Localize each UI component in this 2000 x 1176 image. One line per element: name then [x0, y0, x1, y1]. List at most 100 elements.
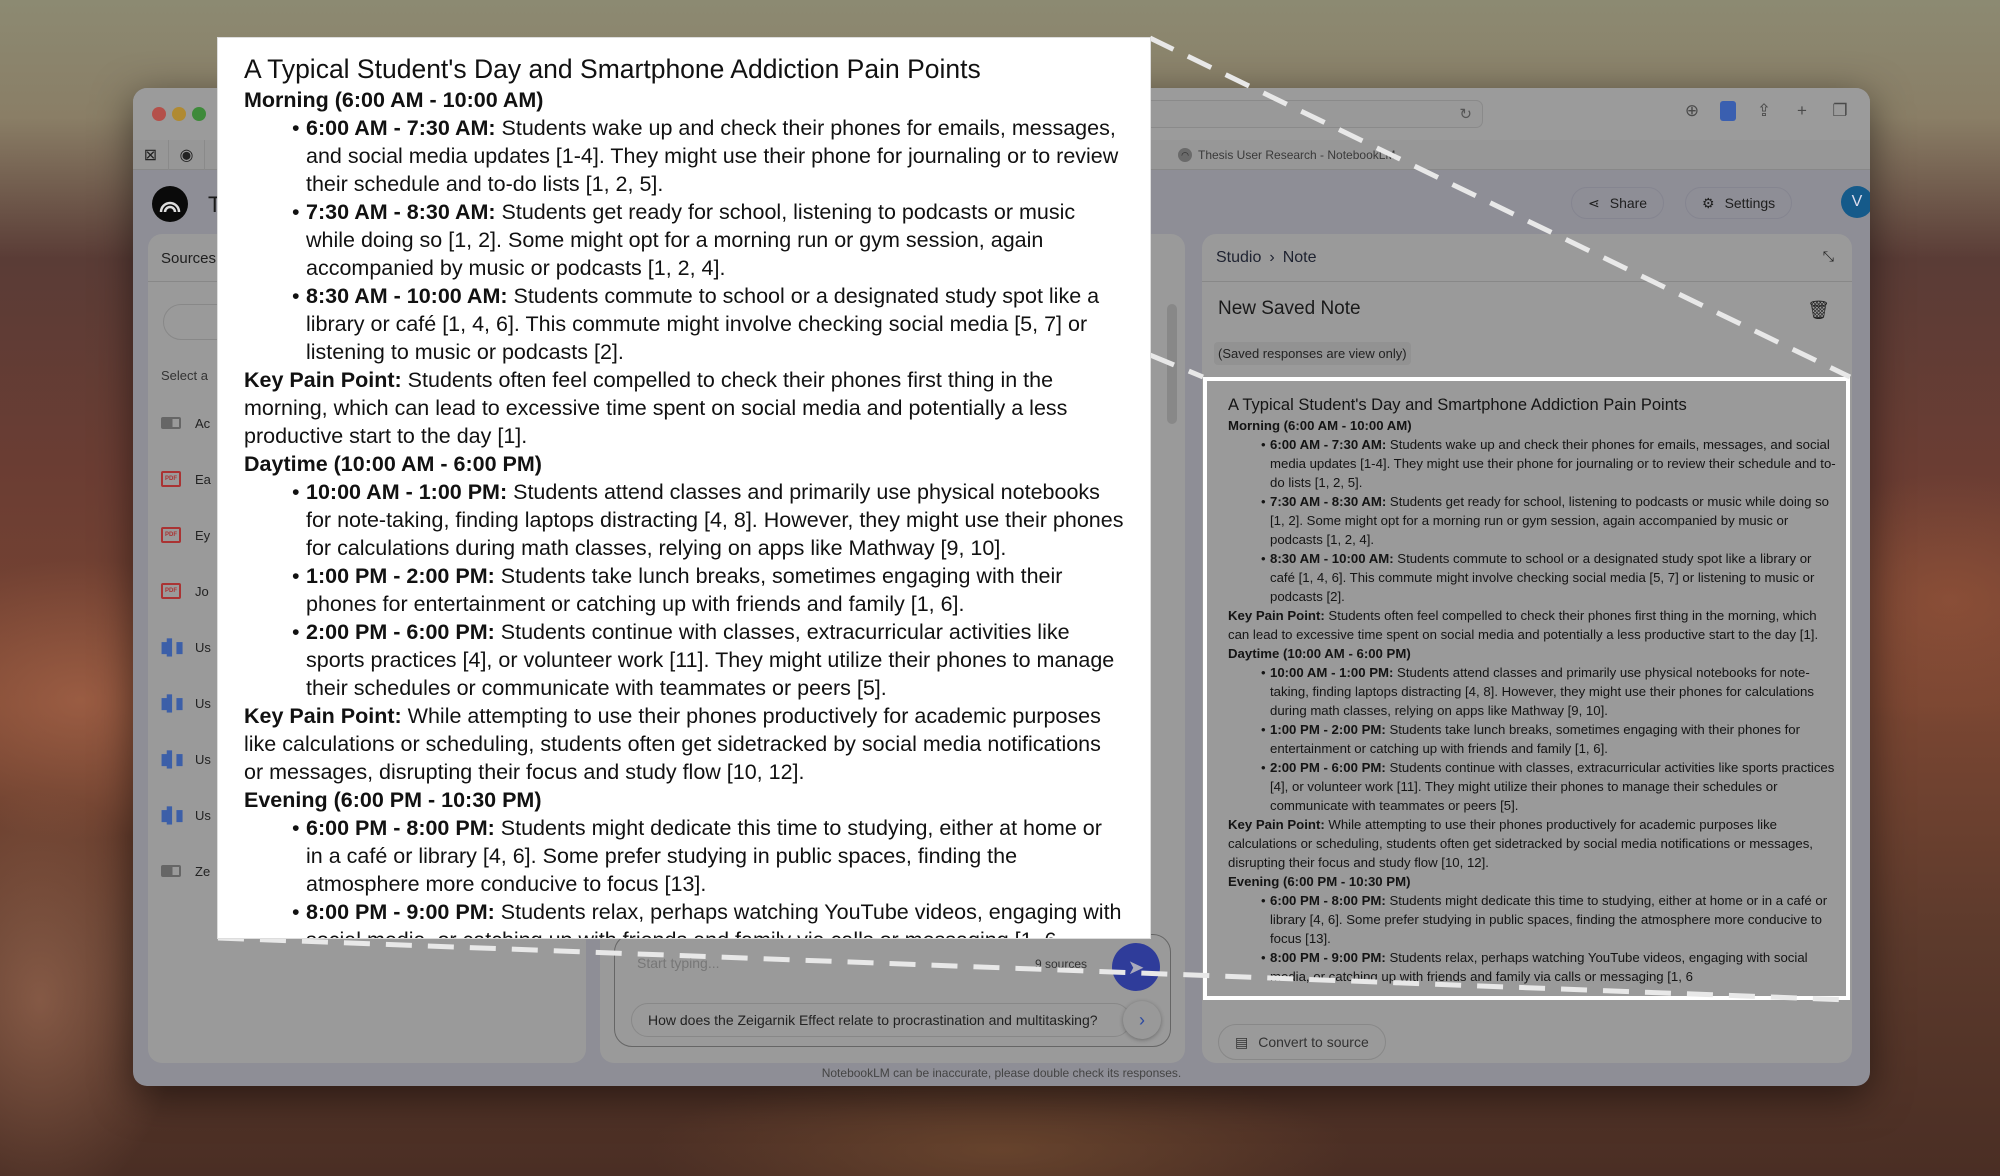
document-icon[interactable]: [1720, 101, 1736, 121]
source-item[interactable]: ▮▌▮ Us: [160, 804, 210, 826]
source-item[interactable]: PDF Ey: [161, 524, 210, 546]
source-item[interactable]: ▮▌▮ Us: [160, 692, 210, 714]
reload-icon[interactable]: ↻: [1459, 105, 1472, 123]
convert-to-source-button[interactable]: ▤ Convert to source: [1218, 1024, 1386, 1060]
disclaimer: NotebookLM can be inaccurate, please dou…: [821, 1066, 1182, 1080]
key-pain-point: Key Pain Point: Students often feel comp…: [244, 366, 1124, 450]
time-block-item: 2:00 PM - 6:00 PM: Students continue wit…: [292, 618, 1124, 702]
chevron-right-icon: ›: [1269, 249, 1275, 266]
download-icon[interactable]: ⊕: [1682, 100, 1702, 122]
chat-input-box: Start typing... 9 sources ➤ How does the…: [614, 934, 1171, 1047]
share-icon: ⋖: [1588, 194, 1600, 211]
time-block-list: 6:00 AM - 7:30 AM: Students wake up and …: [1228, 435, 1836, 606]
source-item[interactable]: PDF Ea: [161, 468, 211, 490]
time-block-item: 1:00 PM - 2:00 PM: Students take lunch b…: [292, 562, 1124, 618]
time-range: 10:00 AM - 1:00 PM:: [1270, 665, 1394, 680]
time-block-list: 6:00 PM - 8:00 PM: Students might dedica…: [1228, 891, 1836, 986]
time-block-item: 6:00 AM - 7:30 AM: Students wake up and …: [292, 114, 1124, 198]
time-range: 1:00 PM - 2:00 PM:: [1270, 722, 1386, 737]
pdf-icon: PDF: [161, 583, 181, 599]
sources-header: Sources: [161, 250, 217, 267]
chevron-right-icon[interactable]: ›: [1123, 1001, 1161, 1039]
tab-notebooklm[interactable]: ◠ Thesis User Research - NotebookLM: [1178, 144, 1395, 166]
browser-toolbar: ⊕ ⇪ + ❐: [1682, 100, 1850, 122]
source-label: Ze: [195, 863, 211, 879]
settings-label: Settings: [1724, 195, 1776, 211]
time-block-item: 10:00 AM - 1:00 PM: Students attend clas…: [1261, 663, 1836, 720]
pain-point-label: Key Pain Point:: [244, 368, 402, 392]
source-label: Jo: [195, 583, 209, 599]
select-all-label[interactable]: Select a: [161, 368, 208, 383]
pdf-icon: PDF: [161, 471, 181, 487]
section-heading-daytime: Daytime (10:00 AM - 6:00 PM): [1228, 646, 1411, 661]
avatar[interactable]: V: [1841, 186, 1870, 218]
time-block-item: 10:00 AM - 1:00 PM: Students attend clas…: [292, 478, 1124, 562]
suggested-question[interactable]: How does the Zeigarnik Effect relate to …: [631, 1003, 1131, 1037]
github-icon[interactable]: ◉: [169, 140, 205, 170]
convert-icon: ▤: [1235, 1033, 1249, 1050]
time-range: 8:00 PM - 9:00 PM:: [306, 900, 495, 924]
note-content: A Typical Student's Day and Smartphone A…: [1214, 384, 1850, 1004]
pain-point-label: Key Pain Point:: [1228, 817, 1325, 832]
notebooklm-logo-icon[interactable]: [152, 186, 188, 222]
time-block-item: 6:00 PM - 8:00 PM: Students might dedica…: [292, 814, 1124, 898]
share-button[interactable]: ⋖ Share: [1571, 187, 1665, 219]
time-range: 7:30 AM - 8:30 AM:: [306, 200, 496, 224]
source-item[interactable]: ▮▌▮ Us: [160, 636, 210, 658]
chat-scrollbar[interactable]: [1167, 304, 1177, 424]
source-item[interactable]: Ac: [161, 412, 210, 434]
time-block-item: 1:00 PM - 2:00 PM: Students take lunch b…: [1261, 720, 1836, 758]
share-icon[interactable]: ⇪: [1754, 100, 1774, 122]
note-heading: A Typical Student's Day and Smartphone A…: [1228, 396, 1687, 414]
sources-count: 9 sources: [1035, 957, 1088, 971]
breadcrumb: Studio › Note: [1216, 249, 1317, 267]
divider: [1202, 281, 1852, 282]
time-block-list: 10:00 AM - 1:00 PM: Students attend clas…: [1228, 663, 1836, 815]
time-range: 6:00 AM - 7:30 AM:: [306, 116, 496, 140]
time-block-item: 7:30 AM - 8:30 AM: Students get ready fo…: [1261, 492, 1836, 549]
time-range: 10:00 AM - 1:00 PM:: [306, 480, 508, 504]
audio-icon: ▮▌▮: [160, 695, 183, 712]
time-block-list: 6:00 PM - 8:00 PM: Students might dedica…: [244, 814, 1124, 938]
key-pain-point: Key Pain Point: Students often feel comp…: [1228, 606, 1836, 644]
x-box-icon[interactable]: ⊠: [133, 140, 169, 170]
share-label: Share: [1609, 195, 1648, 211]
tabs-overview-icon[interactable]: ❐: [1830, 100, 1850, 122]
section-heading-daytime: Daytime (10:00 AM - 6:00 PM): [244, 452, 542, 476]
source-item[interactable]: PDF Jo: [161, 580, 209, 602]
collapse-icon[interactable]: ⤡: [1823, 248, 1834, 265]
zoomed-note-overlay: A Typical Student's Day and Smartphone A…: [218, 38, 1150, 938]
time-range: 2:00 PM - 6:00 PM:: [306, 620, 495, 644]
web-source-icon: [161, 865, 181, 877]
send-button[interactable]: ➤: [1112, 943, 1160, 991]
breadcrumb-studio[interactable]: Studio: [1216, 249, 1261, 267]
new-tab-icon[interactable]: +: [1792, 100, 1812, 122]
time-block-item: 6:00 AM - 7:30 AM: Students wake up and …: [1261, 435, 1836, 492]
tab-title: Thesis User Research - NotebookLM: [1198, 148, 1396, 162]
time-range: 7:30 AM - 8:30 AM:: [1270, 494, 1387, 509]
note-title: New Saved Note: [1218, 298, 1361, 319]
chat-input[interactable]: Start typing...: [637, 955, 719, 971]
close-window-button[interactable]: [152, 107, 166, 121]
maximize-window-button[interactable]: [192, 107, 206, 121]
minimize-window-button[interactable]: [172, 107, 186, 121]
time-block-item: 8:30 AM - 10:00 AM: Students commute to …: [292, 282, 1124, 366]
audio-icon: ▮▌▮: [160, 807, 183, 824]
time-range: 2:00 PM - 6:00 PM:: [1270, 760, 1386, 775]
section-heading-morning: Morning (6:00 AM - 10:00 AM): [1228, 418, 1412, 433]
source-label: Ey: [195, 527, 211, 543]
pain-point-label: Key Pain Point:: [1228, 608, 1325, 623]
source-item[interactable]: ▮▌▮ Us: [160, 748, 210, 770]
settings-button[interactable]: ⚙ Settings: [1685, 187, 1793, 219]
time-range: 8:30 AM - 10:00 AM:: [1270, 551, 1394, 566]
trash-icon[interactable]: 🗑: [1807, 300, 1830, 321]
source-item[interactable]: Ze: [161, 860, 210, 882]
pain-point-label: Key Pain Point:: [244, 704, 402, 728]
studio-panel: Studio › Note ⤡ New Saved Note 🗑 (Saved …: [1202, 234, 1852, 1063]
key-pain-point: Key Pain Point: While attempting to use …: [244, 702, 1124, 786]
time-range: 1:00 PM - 2:00 PM:: [306, 564, 495, 588]
web-source-icon: [161, 417, 181, 429]
convert-label: Convert to source: [1258, 1034, 1369, 1050]
time-block-item: 8:00 PM - 9:00 PM: Students relax, perha…: [292, 898, 1124, 938]
time-block-item: 6:00 PM - 8:00 PM: Students might dedica…: [1261, 891, 1836, 948]
